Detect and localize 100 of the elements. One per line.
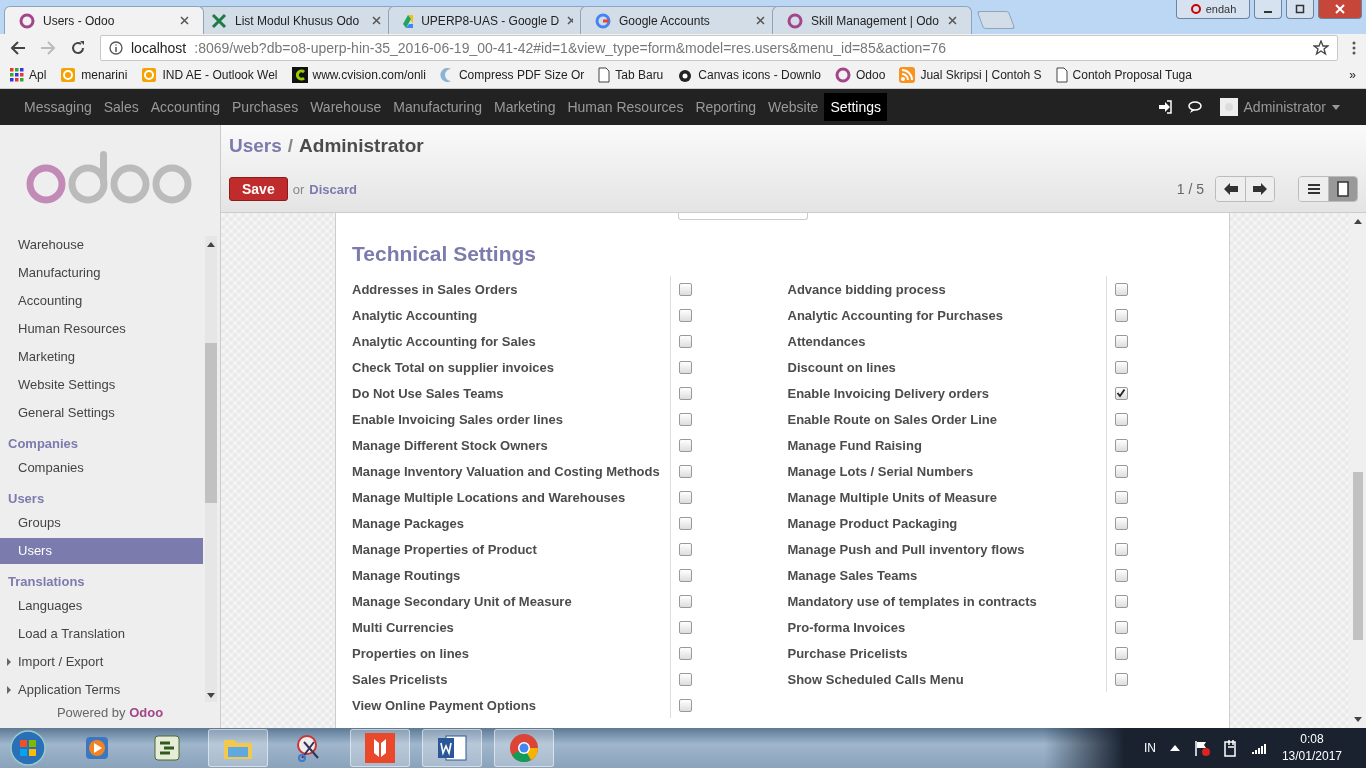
view-switch-button[interactable] xyxy=(1299,177,1328,201)
view-switch-button[interactable] xyxy=(1328,177,1357,201)
sidebar-item[interactable]: Manufacturing xyxy=(0,259,203,286)
close-button[interactable] xyxy=(1318,0,1362,19)
sidebar-item[interactable]: Marketing xyxy=(0,343,203,370)
bookmark[interactable]: Compress PDF Size Or xyxy=(439,67,585,83)
sidebar-item[interactable]: Warehouse xyxy=(0,231,203,258)
menu-item[interactable]: Accounting xyxy=(144,93,226,121)
checkbox[interactable] xyxy=(1114,360,1128,374)
checkbox[interactable] xyxy=(1114,334,1128,348)
checkbox[interactable] xyxy=(1114,282,1128,296)
minimize-button[interactable] xyxy=(1254,0,1282,19)
close-icon[interactable] xyxy=(948,16,957,25)
save-button[interactable]: Save xyxy=(229,177,288,201)
new-tab-button[interactable] xyxy=(976,11,1016,29)
checkbox[interactable] xyxy=(679,516,692,530)
checkbox[interactable] xyxy=(1114,438,1128,452)
word-icon[interactable] xyxy=(436,733,468,763)
sidebar-item[interactable]: Users xyxy=(0,537,203,564)
close-icon[interactable] xyxy=(756,16,765,25)
browser-tab[interactable]: Users - Odoo xyxy=(4,6,204,34)
checkbox[interactable] xyxy=(679,412,692,426)
menu-item[interactable]: Manufacturing xyxy=(387,93,488,121)
chrome-icon[interactable] xyxy=(509,733,539,763)
bookmark[interactable]: menarini xyxy=(60,67,128,83)
checkbox[interactable] xyxy=(679,620,692,634)
browser-tab[interactable]: Skill Management | Odo xyxy=(772,6,972,34)
breadcrumb-link[interactable]: Users xyxy=(229,135,282,157)
profile-button[interactable]: endah xyxy=(1176,0,1250,19)
checkbox[interactable] xyxy=(679,360,692,374)
forward-icon[interactable] xyxy=(40,41,56,55)
sidebar-item[interactable]: Groups xyxy=(0,509,203,536)
bookmark[interactable]: Canvas icons - Downlo xyxy=(677,67,821,83)
bookmark[interactable]: Jual Skripsi | Contoh S xyxy=(899,67,1042,83)
menu-icon[interactable] xyxy=(1352,41,1356,55)
star-icon[interactable] xyxy=(1313,40,1329,56)
checkbox[interactable] xyxy=(679,334,692,348)
bookmark[interactable]: IND AE - Outlook Wel xyxy=(141,67,278,83)
checkbox[interactable] xyxy=(1114,646,1128,660)
checkbox[interactable] xyxy=(1114,620,1128,634)
clock[interactable]: 0:08 13/01/2017 xyxy=(1281,731,1342,765)
power-plug-icon[interactable] xyxy=(1223,739,1238,757)
sidebar-item[interactable]: Human Resources xyxy=(0,315,203,342)
scroll-thumb[interactable] xyxy=(1353,472,1363,640)
close-icon[interactable] xyxy=(372,16,381,25)
bookmark[interactable]: Contoh Proposal Tuga xyxy=(1055,67,1192,83)
scroll-down-icon[interactable] xyxy=(207,693,215,698)
pdf-icon[interactable] xyxy=(365,733,395,763)
checkbox[interactable] xyxy=(1114,412,1128,426)
sidebar-item[interactable]: Load a Translation xyxy=(0,620,203,647)
checkbox[interactable] xyxy=(1114,542,1128,556)
menu-item[interactable]: Settings xyxy=(824,93,887,121)
sidebar-item[interactable]: Accounting xyxy=(0,287,203,314)
checkbox[interactable] xyxy=(679,672,692,686)
sign-in-icon[interactable] xyxy=(1157,100,1172,114)
checkbox[interactable] xyxy=(1114,516,1128,530)
sidebar-item[interactable]: General Settings xyxy=(0,399,203,426)
scrollbar[interactable] xyxy=(1350,213,1366,728)
scroll-up-icon[interactable] xyxy=(207,242,215,247)
select-field[interactable] xyxy=(678,213,808,220)
bookmark[interactable]: Apl xyxy=(10,68,47,82)
menu-item[interactable]: Human Resources xyxy=(561,93,690,121)
checkbox[interactable] xyxy=(1114,672,1128,686)
project-icon[interactable] xyxy=(152,734,182,762)
checkbox[interactable] xyxy=(1114,568,1128,582)
checkbox[interactable] xyxy=(679,646,692,660)
chat-icon[interactable] xyxy=(1187,100,1204,114)
reload-icon[interactable] xyxy=(70,40,86,56)
menu-item[interactable]: Sales xyxy=(97,93,145,121)
taskbar-button[interactable] xyxy=(422,729,482,767)
checkbox[interactable] xyxy=(679,594,692,608)
close-icon[interactable] xyxy=(180,16,189,25)
checkbox[interactable] xyxy=(679,542,692,556)
checkbox[interactable] xyxy=(679,464,692,478)
checkbox[interactable] xyxy=(679,490,692,504)
checkbox[interactable] xyxy=(1114,308,1128,322)
menu-item[interactable]: Website xyxy=(762,93,825,121)
menu-item[interactable]: Warehouse xyxy=(304,93,388,121)
menu-item[interactable]: Marketing xyxy=(487,93,562,121)
bookmark[interactable]: Odoo xyxy=(835,67,886,83)
checkbox[interactable] xyxy=(1114,490,1128,504)
checkbox[interactable] xyxy=(1114,386,1128,400)
scroll-down-icon[interactable] xyxy=(1354,717,1362,722)
menu-item[interactable]: Purchases xyxy=(226,93,305,121)
scrollbar[interactable] xyxy=(205,236,217,702)
info-icon[interactable] xyxy=(109,41,123,55)
checkbox[interactable] xyxy=(679,438,692,452)
restore-button[interactable] xyxy=(1286,0,1314,19)
user-menu[interactable]: Administrator xyxy=(1219,98,1340,116)
media-player-icon[interactable] xyxy=(83,734,111,762)
bookmark[interactable]: www.cvision.com/onli xyxy=(291,67,426,83)
taskbar-button[interactable] xyxy=(350,729,410,767)
checkbox[interactable] xyxy=(1114,464,1128,478)
checkbox[interactable] xyxy=(679,386,692,400)
more-bookmarks-button[interactable]: » xyxy=(1349,68,1356,82)
address-field[interactable]: localhost :8069/web?db=o8-uperp-hin-35_2016-06-19_00-41-42#id=1&view_type=form&model=res.users&menu_id=85&action=76 xyxy=(100,35,1338,61)
sidebar-item[interactable]: Import / Export xyxy=(0,648,203,675)
menu-item[interactable]: Reporting xyxy=(689,93,763,121)
checkbox[interactable] xyxy=(679,698,692,712)
sidebar-item[interactable]: Website Settings xyxy=(0,371,203,398)
